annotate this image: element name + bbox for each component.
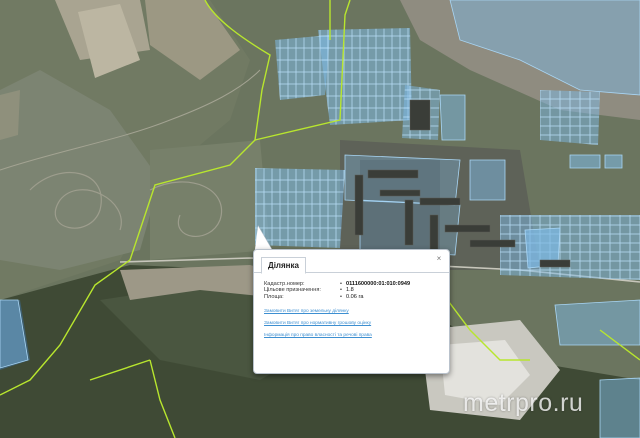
field-label: Площа:	[264, 293, 284, 300]
parcel-info-popup: Ділянка × Кадастр.номер: • 0111600000:01…	[253, 249, 450, 374]
parcel-info: Кадастр.номер: • 0111600000:01:010:0949 …	[264, 281, 444, 300]
field-area: Площа: • 0.06 га	[264, 294, 444, 300]
ownership-info-link[interactable]: Інформація про право власності та речові…	[264, 333, 372, 339]
field-value: 0111600000:01:010:0949	[346, 281, 411, 287]
order-parcel-extract-link[interactable]: Замовити Витяг про земельну ділянку	[264, 309, 349, 315]
close-icon[interactable]: ×	[434, 254, 444, 264]
field-value: 0.06 га	[346, 293, 364, 300]
tab-parcel[interactable]: Ділянка	[261, 257, 306, 274]
cadastral-map[interactable]: Ділянка × Кадастр.номер: • 0111600000:01…	[0, 0, 640, 438]
watermark: metrpro.ru	[463, 389, 584, 417]
popup-tab-bar: Ділянка ×	[254, 250, 449, 274]
popup-pointer	[255, 226, 272, 250]
order-valuation-extract-link[interactable]: Замовити Витяг про нормативну грошову оц…	[264, 321, 371, 327]
